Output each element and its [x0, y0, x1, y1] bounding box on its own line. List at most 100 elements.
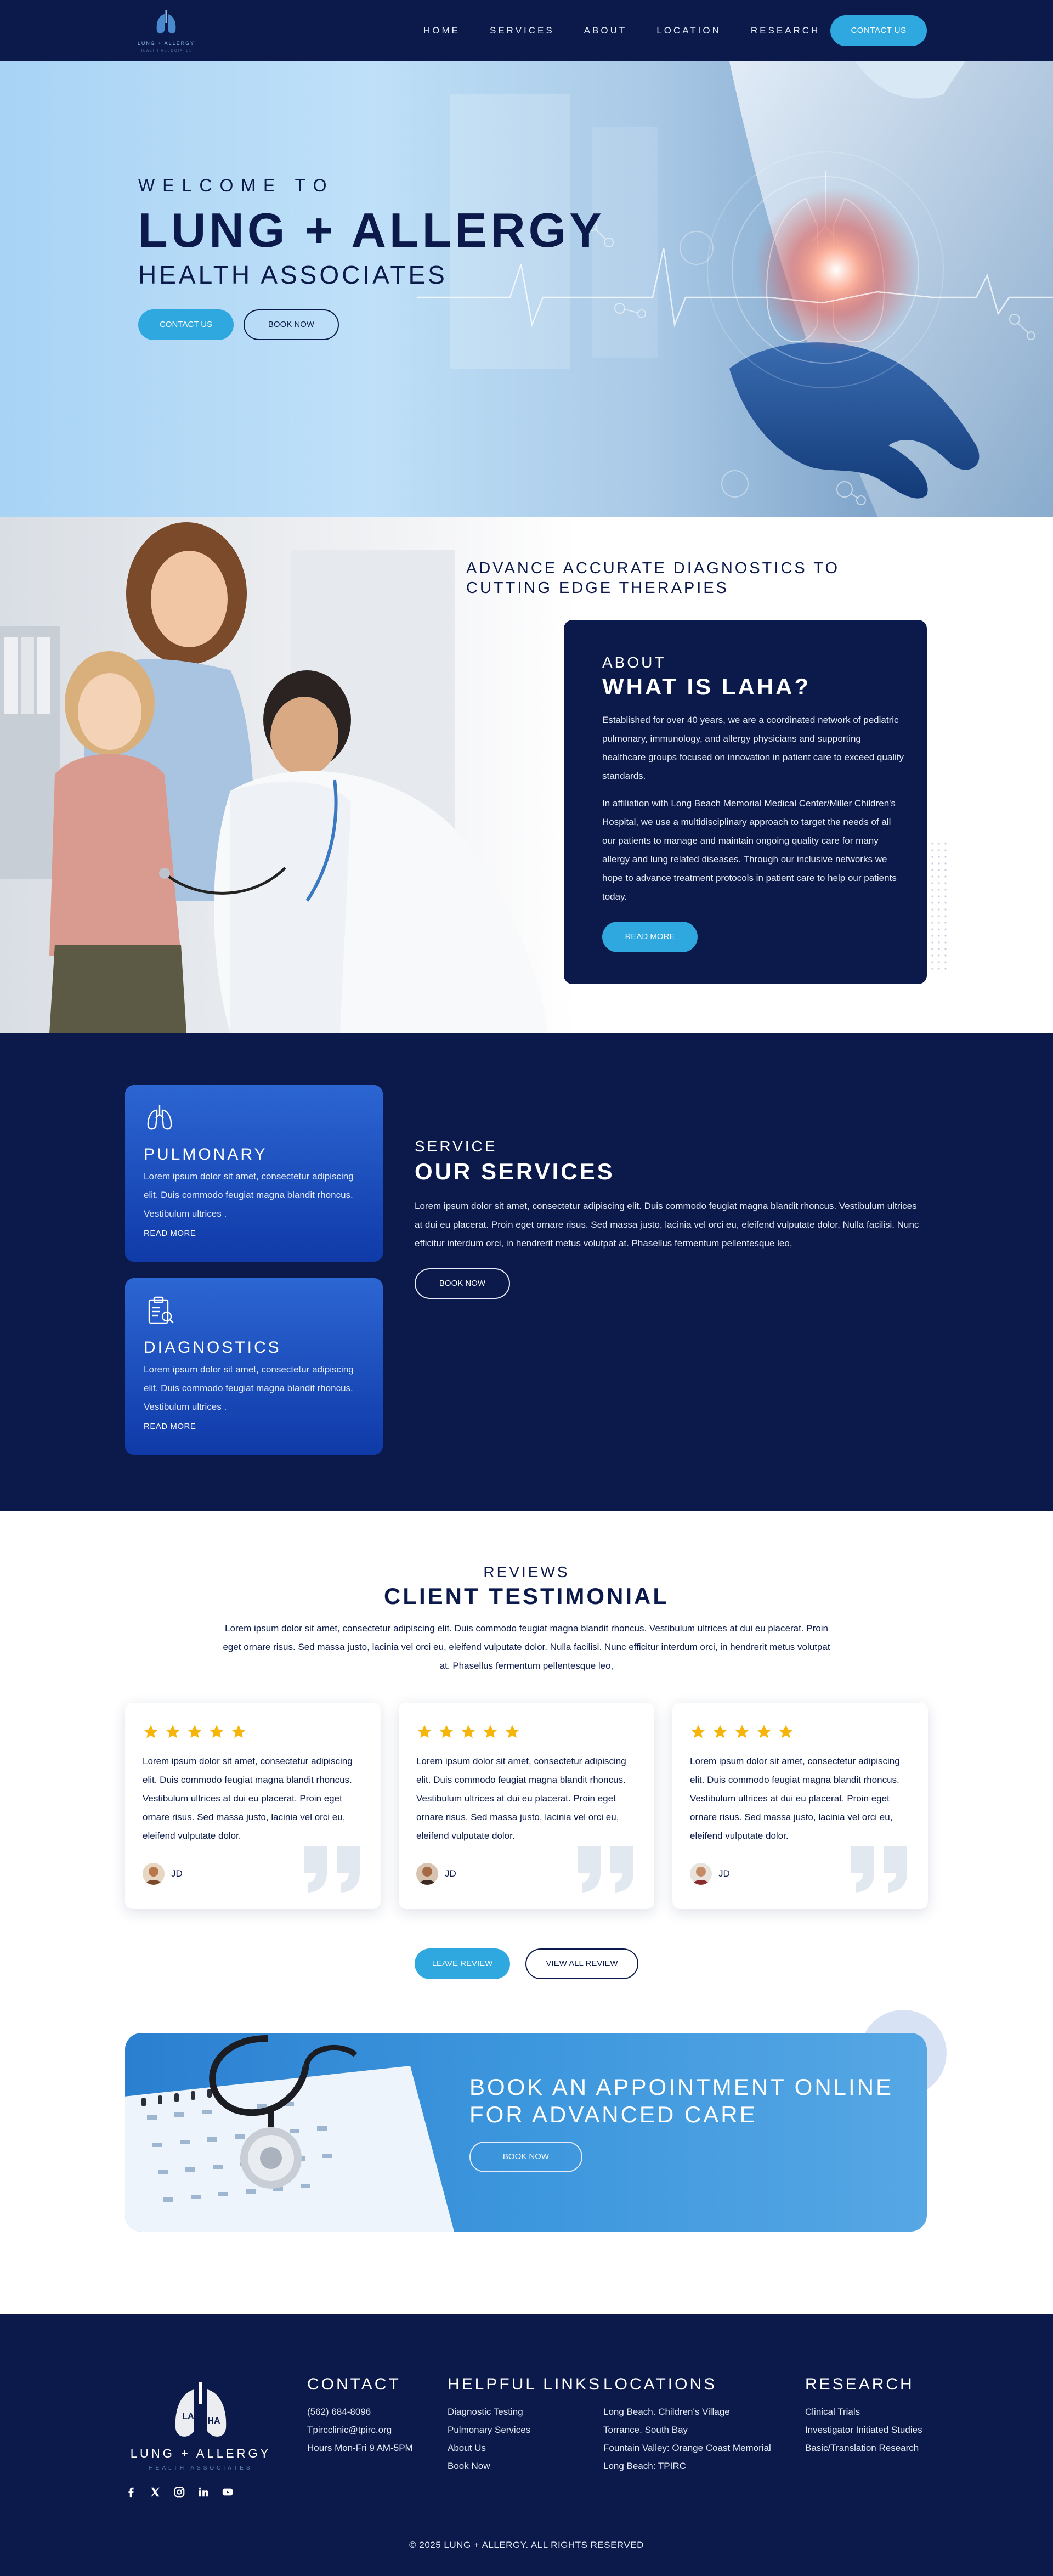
- testimonial-card: Lorem ipsum dolor sit amet, consectetur …: [672, 1703, 928, 1909]
- nav-research[interactable]: RESEARCH: [751, 23, 820, 38]
- reviewer-name: JD: [445, 1868, 456, 1879]
- star-icon: [505, 1725, 519, 1738]
- copyright-text: © 2025 LUNG + ALLERGY. ALL RIGHTS RESERV…: [409, 2540, 644, 2550]
- instagram-icon[interactable]: [173, 2486, 185, 2498]
- service-card-diagnostics[interactable]: DIAGNOSTICS Lorem ipsum dolor sit amet, …: [125, 1278, 383, 1455]
- footer-link[interactable]: Pulmonary Services: [448, 2421, 602, 2439]
- about-section: ADVANCE ACCURATE DIAGNOSTICS TO CUTTING …: [0, 517, 1053, 1033]
- hero-title: LUNG + ALLERGY: [138, 203, 605, 257]
- stethoscope-calendar-image: [125, 2035, 454, 2232]
- reviews-intro: Lorem ipsum dolor sit amet, consectetur …: [223, 1623, 830, 1671]
- footer-heading: HELPFUL LINKS: [448, 2375, 602, 2393]
- clipboard-icon: [148, 1296, 174, 1324]
- testimonial-text: Lorem ipsum dolor sit amet, consectetur …: [690, 1756, 900, 1841]
- quote-icon: [851, 1846, 907, 1893]
- nav-about[interactable]: ABOUT: [584, 23, 627, 38]
- services-section: PULMONARY Lorem ipsum dolor sit amet, co…: [0, 1033, 1053, 1511]
- site-logo[interactable]: LUNG + ALLERGY HEALTH ASSOCIATES: [125, 7, 207, 56]
- service-description: Lorem ipsum dolor sit amet, consectetur …: [144, 1364, 354, 1412]
- services-title: OUR SERVICES: [415, 1159, 615, 1184]
- service-description: Lorem ipsum dolor sit amet, consectetur …: [144, 1171, 354, 1219]
- logo-la-text: LA: [182, 2412, 194, 2421]
- star-icon: [461, 1725, 475, 1738]
- hero-book-button[interactable]: BOOK NOW: [244, 309, 339, 340]
- star-icon: [166, 1725, 180, 1738]
- star-icon: [144, 1725, 158, 1738]
- avatar: [143, 1863, 165, 1885]
- star-icon: [439, 1725, 454, 1738]
- reviews-title: CLIENT TESTIMONIAL: [384, 1583, 669, 1609]
- footer-link[interactable]: About Us: [448, 2439, 602, 2457]
- svg-text:HEALTH ASSOCIATES: HEALTH ASSOCIATES: [140, 49, 193, 53]
- email-link[interactable]: Tpircclinic@tpirc.org: [307, 2421, 413, 2439]
- logo-ha-text: HA: [207, 2416, 220, 2426]
- service-read-more-link[interactable]: READ MORE: [144, 1422, 196, 1431]
- service-name: DIAGNOSTICS: [144, 1338, 281, 1357]
- footer-research-column: RESEARCH Clinical Trials Investigator In…: [805, 2375, 922, 2457]
- reviews-kicker: REVIEWS: [483, 1563, 570, 1580]
- reviewer-name: JD: [718, 1868, 730, 1879]
- x-icon[interactable]: [149, 2486, 161, 2498]
- top-navigation: LUNG + ALLERGY HEALTH ASSOCIATES HOME SE…: [0, 0, 1053, 61]
- hero-contact-button[interactable]: CONTACT US: [138, 309, 234, 340]
- location-link[interactable]: Torrance. South Bay: [603, 2421, 771, 2439]
- services-book-button[interactable]: BOOK NOW: [415, 1268, 510, 1299]
- research-link[interactable]: Clinical Trials: [805, 2403, 922, 2421]
- avatar: [416, 1863, 438, 1885]
- about-card: ABOUT WHAT IS LAHA? Established for over…: [564, 620, 927, 984]
- linkedin-icon[interactable]: [197, 2486, 210, 2498]
- testimonials-section: REVIEWS CLIENT TESTIMONIAL Lorem ipsum d…: [0, 1511, 1053, 2314]
- site-footer: LA HA LUNG + ALLERGY HEALTH ASSOCIATES C…: [0, 2314, 1053, 2576]
- phone-link[interactable]: (562) 684-8096: [307, 2403, 413, 2421]
- footer-link[interactable]: Diagnostic Testing: [448, 2403, 602, 2421]
- research-link[interactable]: Basic/Translation Research: [805, 2439, 922, 2457]
- star-icon: [210, 1725, 224, 1738]
- location-link[interactable]: Long Beach: TPIRC: [603, 2457, 771, 2475]
- footer-links-column: HELPFUL LINKS Diagnostic Testing Pulmona…: [448, 2375, 602, 2475]
- nav-location[interactable]: LOCATION: [656, 23, 721, 38]
- footer-link[interactable]: Book Now: [448, 2457, 602, 2475]
- logo-wordmark: LUNG + ALLERGY: [131, 2447, 271, 2460]
- star-icon: [779, 1725, 793, 1738]
- hero-section: WELCOME TO LUNG + ALLERGY HEALTH ASSOCIA…: [0, 61, 1053, 517]
- youtube-icon[interactable]: [222, 2486, 234, 2498]
- hero-welcome-text: WELCOME TO: [138, 176, 335, 195]
- quote-icon: [578, 1846, 633, 1893]
- about-headline: ADVANCE ACCURATE DIAGNOSTICS TO CUTTING …: [466, 560, 840, 597]
- star-rating: [143, 1724, 252, 1740]
- star-icon: [483, 1725, 497, 1738]
- nav-contact-button[interactable]: CONTACT US: [830, 15, 927, 46]
- footer-contact-column: CONTACT (562) 684-8096 Tpircclinic@tpirc…: [307, 2375, 413, 2457]
- nav-home[interactable]: HOME: [423, 23, 460, 38]
- research-link[interactable]: Investigator Initiated Studies: [805, 2421, 922, 2439]
- location-link[interactable]: Fountain Valley: Orange Coast Memorial: [603, 2439, 771, 2457]
- star-icon: [231, 1725, 246, 1738]
- star-icon: [735, 1725, 749, 1738]
- footer-heading: LOCATIONS: [603, 2375, 717, 2393]
- about-read-more-button[interactable]: READ MORE: [602, 922, 698, 952]
- hero-subtitle: HEALTH ASSOCIATES: [138, 261, 448, 289]
- avatar: [690, 1863, 712, 1885]
- star-icon: [757, 1725, 771, 1738]
- testimonial-text: Lorem ipsum dolor sit amet, consectetur …: [143, 1756, 353, 1841]
- service-read-more-link[interactable]: READ MORE: [144, 1229, 196, 1238]
- facebook-icon[interactable]: [125, 2486, 137, 2498]
- footer-heading: CONTACT: [307, 2375, 401, 2393]
- nav-services[interactable]: SERVICES: [490, 23, 554, 38]
- hours-text: Hours Mon-Fri 9 AM-5PM: [307, 2443, 413, 2453]
- about-title: WHAT IS LAHA?: [602, 674, 811, 699]
- social-links: [125, 2486, 246, 2498]
- view-all-review-button[interactable]: VIEW ALL REVIEW: [525, 1948, 638, 1979]
- lungs-icon: [147, 1105, 172, 1130]
- star-icon: [417, 1725, 432, 1738]
- footer-heading: RESEARCH: [805, 2375, 914, 2393]
- leave-review-button[interactable]: LEAVE REVIEW: [415, 1948, 510, 1979]
- logo-tagline: HEALTH ASSOCIATES: [149, 2465, 252, 2471]
- star-icon: [188, 1725, 202, 1738]
- footer-logo[interactable]: LA HA LUNG + ALLERGY HEALTH ASSOCIATES: [125, 2382, 276, 2475]
- about-paragraph-2: In affiliation with Long Beach Memorial …: [602, 798, 897, 902]
- testimonial-card: Lorem ipsum dolor sit amet, consectetur …: [399, 1703, 654, 1909]
- appointment-book-button[interactable]: BOOK NOW: [469, 2142, 582, 2172]
- service-card-pulmonary[interactable]: PULMONARY Lorem ipsum dolor sit amet, co…: [125, 1085, 383, 1262]
- location-link[interactable]: Long Beach. Children's Village: [603, 2403, 771, 2421]
